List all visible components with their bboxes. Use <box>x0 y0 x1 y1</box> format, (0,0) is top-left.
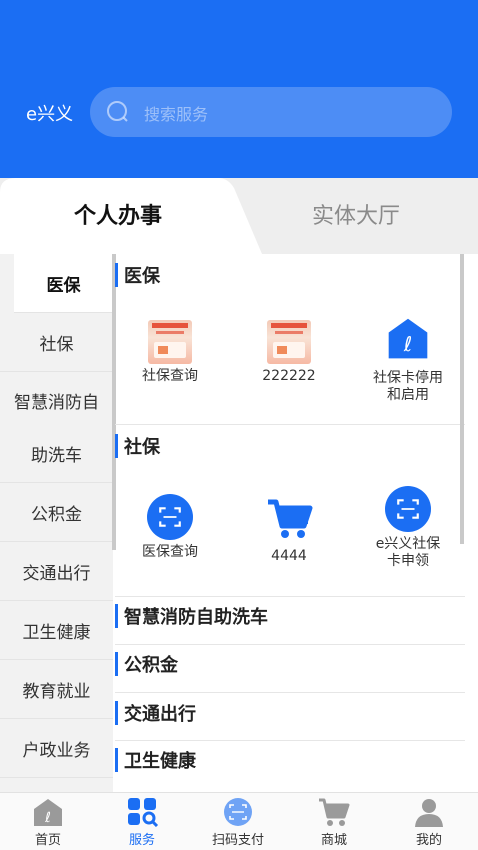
home-icon: ℓ <box>31 797 65 827</box>
tab-service-hall[interactable]: 实体大厅 <box>312 198 400 230</box>
section-divider <box>115 596 465 597</box>
sidebar-item-housing-fund[interactable]: 公积金 <box>0 483 113 542</box>
bottom-tab-label: 服务 <box>128 833 155 848</box>
scan-icon <box>147 494 193 540</box>
service-label: 4444 <box>271 548 307 564</box>
search-icon <box>107 101 128 122</box>
card-house-icon: ℓ <box>383 316 433 366</box>
sidebar-item-smart-fire-carwash[interactable]: 智慧消防自 <box>0 372 113 428</box>
service-item-card-apply[interactable]: e兴义社保 卡申领 <box>353 486 463 570</box>
sidebar-item-carwash-cont[interactable]: 助洗车 <box>0 424 113 483</box>
sidebar-item-transport[interactable]: 交通出行 <box>0 542 113 601</box>
sidebar-item-education[interactable]: 教育就业 <box>0 660 113 719</box>
mall-cart-icon <box>317 797 351 827</box>
section-divider <box>115 692 465 693</box>
sidebar-item-social-security[interactable]: 社保 <box>0 313 113 372</box>
scan-icon <box>385 486 431 532</box>
content-scrollbar[interactable] <box>460 254 464 544</box>
section-title-housing-fund: 公积金 <box>115 649 178 679</box>
bottom-tab-services[interactable]: 服务 <box>102 797 182 848</box>
bottom-tab-label: 扫码支付 <box>211 833 264 848</box>
profile-icon <box>412 797 446 827</box>
sidebar-item-medical-insurance[interactable]: 医保 <box>14 254 113 313</box>
bottom-tab-label: 首页 <box>34 833 61 848</box>
service-item-social-query[interactable]: 社保查询 <box>115 320 225 385</box>
service-tabs: 个人办事 实体大厅 <box>0 178 478 254</box>
service-item-medical-query[interactable]: 医保查询 <box>115 494 225 561</box>
promo-thumbnail-icon <box>267 320 311 364</box>
service-label: 222222 <box>262 368 316 384</box>
services-icon <box>125 797 159 828</box>
search-placeholder: 搜索服务 <box>144 105 209 124</box>
service-item-card-suspend[interactable]: ℓ 社保卡停用 和启用 <box>353 316 463 404</box>
service-item-222222[interactable]: 222222 <box>234 320 344 385</box>
section-title-social: 社保 <box>115 431 160 461</box>
sidebar-item-health[interactable]: 卫生健康 <box>0 601 113 660</box>
bottom-tab-label: 商城 <box>320 833 347 848</box>
section-divider <box>115 424 465 425</box>
active-tab-shape <box>0 178 262 254</box>
sidebar-item-household[interactable]: 户政业务 <box>0 719 113 778</box>
bottom-tab-label: 我的 <box>415 833 442 848</box>
scan-pay-icon <box>221 797 255 827</box>
search-bar[interactable]: 搜索服务 <box>90 87 452 137</box>
tab-personal-services[interactable]: 个人办事 <box>74 198 162 230</box>
category-sidebar: 医保 社保 智慧消防自 助洗车 公积金 交通出行 卫生健康 教育就业 户政业务 <box>0 254 113 792</box>
bottom-tab-profile[interactable]: 我的 <box>389 797 469 848</box>
svg-text:ℓ: ℓ <box>44 810 51 826</box>
bottom-tab-mall[interactable]: 商城 <box>294 797 374 848</box>
section-title-transport: 交通出行 <box>115 698 196 728</box>
bottom-tab-scan-pay[interactable]: 扫码支付 <box>198 797 278 848</box>
app-header: e兴义 搜索服务 <box>0 0 478 200</box>
svg-text:ℓ: ℓ <box>403 332 412 356</box>
promo-thumbnail-icon <box>148 320 192 364</box>
bottom-tab-bar: ℓ 首页 服务 扫码支付 商城 我的 <box>0 792 478 850</box>
service-label: e兴义社保 卡申领 <box>375 536 441 569</box>
section-title-smart-fire: 智慧消防自助洗车 <box>115 601 268 631</box>
service-label: 社保查询 <box>142 368 198 384</box>
section-divider <box>115 644 465 645</box>
bottom-tab-home[interactable]: ℓ 首页 <box>8 797 88 848</box>
section-divider <box>115 740 465 741</box>
service-item-4444[interactable]: 4444 <box>234 494 344 565</box>
service-label: 社保卡停用 和启用 <box>373 370 443 403</box>
cart-icon <box>264 494 314 544</box>
service-label: 医保查询 <box>142 544 198 560</box>
brand-name: e兴义 <box>26 104 74 125</box>
section-title-health: 卫生健康 <box>115 745 196 775</box>
services-content: 医保 社保查询 222222 ℓ 社保卡停用 和启用 社保 医保查询 4444 … <box>115 254 465 792</box>
section-title-medical: 医保 <box>115 260 160 290</box>
